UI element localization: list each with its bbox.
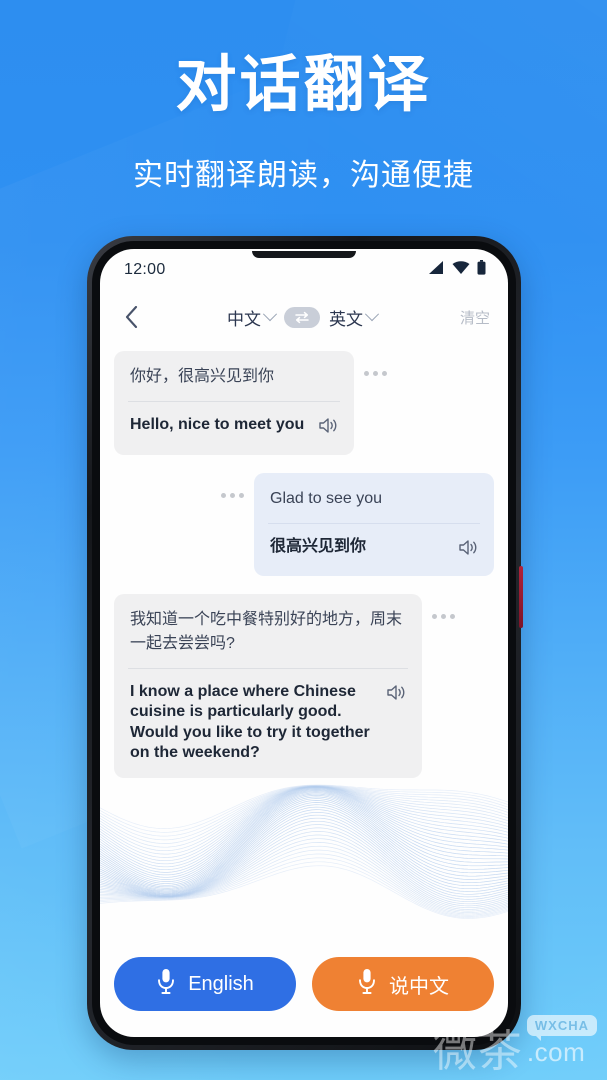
poster-subtitle: 实时翻译朗读，沟通便捷: [133, 159, 474, 192]
phone-notch: [252, 251, 356, 258]
speak-chinese-button[interactable]: 说中文: [312, 957, 494, 1011]
back-button[interactable]: [118, 304, 144, 330]
watermark-right: WXCHA .com: [526, 1015, 597, 1068]
message-source-text: 你好，很高兴见到你: [130, 368, 275, 385]
speak-english-label: English: [188, 972, 254, 995]
language-selector-group: 中文 英文: [144, 305, 460, 330]
watermark-domain: .com: [526, 1037, 586, 1067]
message-row: 你好，很高兴见到你 Hello, nice to meet you: [100, 351, 508, 455]
message-translation-row: I know a place where Chinese cuisine is …: [114, 669, 422, 778]
message-source-text: Glad to see you: [270, 489, 383, 507]
speak-english-button[interactable]: English: [114, 957, 296, 1011]
wifi-icon: [452, 260, 470, 280]
speaker-icon[interactable]: [387, 684, 406, 707]
source-language-label: 中文: [226, 309, 261, 329]
message-translation-text: 很高兴见到你: [270, 537, 367, 555]
message-translation-text: I know a place where Chinese cuisine is …: [130, 682, 370, 762]
microphone-icon: [156, 968, 176, 1001]
watermark-tag: WXCHA: [526, 1015, 597, 1041]
more-dots-icon[interactable]: [211, 492, 254, 498]
speaker-icon[interactable]: [459, 539, 478, 562]
target-language-label: 英文: [328, 309, 363, 329]
app-header: 中文 英文 清空: [100, 291, 508, 343]
chevron-down-icon: [364, 307, 380, 322]
chevron-down-icon: [262, 307, 278, 322]
target-language-dropdown[interactable]: 英文: [328, 305, 380, 330]
clear-button[interactable]: 清空: [460, 307, 490, 328]
mic-button-bar: English 说中文: [100, 957, 508, 1011]
message-bubble[interactable]: 我知道一个吃中餐特别好的地方，周末一起去尝尝吗? I know a place …: [114, 594, 422, 778]
phone-screen: 12:00 中文 英文 清空 你好，很高兴见到你 Hello, nice to …: [100, 249, 508, 1037]
swap-arrows-icon: [295, 311, 309, 323]
status-icons: [428, 260, 486, 280]
message-row: 我知道一个吃中餐特别好的地方，周末一起去尝尝吗? I know a place …: [100, 594, 508, 778]
speaker-icon[interactable]: [319, 417, 338, 440]
message-translation-row: Hello, nice to meet you: [114, 402, 354, 454]
status-time: 12:00: [124, 261, 166, 278]
chevron-left-icon: [125, 306, 137, 328]
speak-chinese-label: 说中文: [389, 975, 449, 998]
poster-canvas: 对话翻译 实时翻译朗读，沟通便捷 12:00 中文 英文 清空 你好，很高兴见到…: [0, 0, 607, 1080]
swap-languages-button[interactable]: [283, 306, 320, 328]
phone-mockup: 12:00 中文 英文 清空 你好，很高兴见到你 Hello, nice to …: [87, 236, 523, 1050]
message-row: Glad to see you 很高兴见到你: [100, 472, 508, 577]
message-translation-text: Hello, nice to meet you: [130, 416, 305, 434]
poster-title: 对话翻译: [175, 50, 432, 118]
message-source-text: 我知道一个吃中餐特别好的地方，周末一起去尝尝吗?: [130, 611, 403, 652]
source-language-dropdown[interactable]: 中文: [226, 305, 278, 330]
microphone-icon: [357, 968, 377, 1001]
message-translation-row: 很高兴见到你: [254, 524, 494, 576]
conversation-list[interactable]: 你好，很高兴见到你 Hello, nice to meet you Glad t…: [100, 343, 508, 903]
power-button[interactable]: [519, 566, 523, 628]
signal-icon: [428, 260, 445, 280]
more-dots-icon[interactable]: [354, 371, 397, 376]
battery-icon: [477, 260, 486, 280]
message-bubble[interactable]: Glad to see you 很高兴见到你: [254, 472, 494, 577]
message-bubble[interactable]: 你好，很高兴见到你 Hello, nice to meet you: [114, 351, 354, 455]
more-dots-icon[interactable]: [422, 614, 465, 620]
